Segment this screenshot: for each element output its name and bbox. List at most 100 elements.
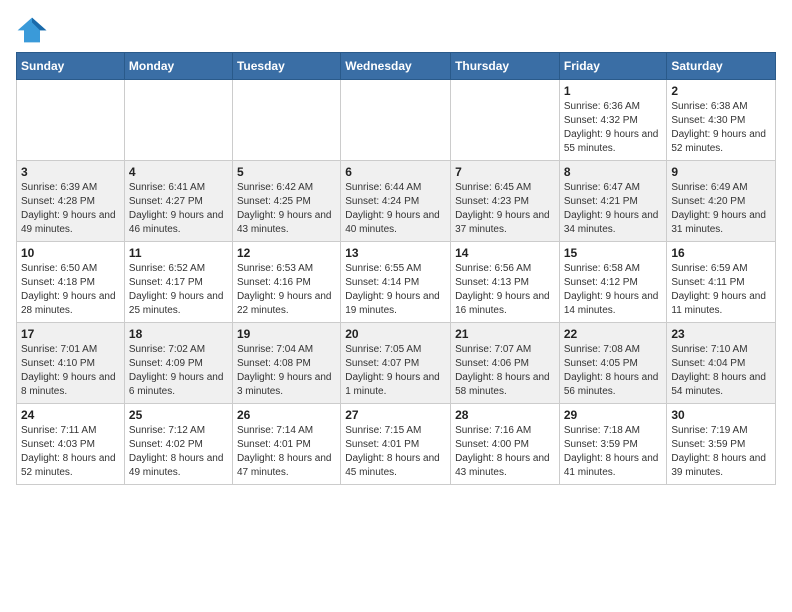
day-detail: Sunrise: 7:19 AM Sunset: 3:59 PM Dayligh… (671, 424, 771, 480)
calendar-cell: 27 Sunrise: 7:15 AM Sunset: 4:01 PM Dayli… (341, 404, 451, 485)
calendar-week-row: 1Sunrise: 6:36 AM Sunset: 4:32 PM Daylig… (17, 80, 776, 161)
day-number: 20 (345, 327, 446, 341)
day-of-week-header: Tuesday (232, 53, 340, 80)
day-of-week-header: Monday (124, 53, 232, 80)
calendar-cell: 29 Sunrise: 7:18 AM Sunset: 3:59 PM Dayli… (559, 404, 667, 485)
day-detail: Sunrise: 7:16 AM Sunset: 4:00 PM Dayligh… (455, 424, 555, 480)
day-number: 12 (237, 246, 336, 260)
day-number: 22 (564, 327, 663, 341)
day-detail: Sunrise: 6:56 AM Sunset: 4:13 PM Dayligh… (455, 262, 555, 318)
day-detail: Sunrise: 6:41 AM Sunset: 4:27 PM Dayligh… (129, 181, 228, 237)
calendar-cell (232, 80, 340, 161)
calendar-week-row: 17Sunrise: 7:01 AM Sunset: 4:10 PM Dayli… (17, 323, 776, 404)
day-number: 2 (671, 84, 771, 98)
day-number: 14 (455, 246, 555, 260)
calendar-cell: 21 Sunrise: 7:07 AM Sunset: 4:06 PM Dayli… (451, 323, 560, 404)
calendar-cell: 5 Sunrise: 6:42 AM Sunset: 4:25 PM Daylig… (232, 161, 340, 242)
calendar-week-row: 3 Sunrise: 6:39 AM Sunset: 4:28 PM Daylig… (17, 161, 776, 242)
day-detail: Sunrise: 6:38 AM Sunset: 4:30 PM Dayligh… (671, 100, 771, 156)
calendar-cell: 13 Sunrise: 6:55 AM Sunset: 4:14 PM Dayli… (341, 242, 451, 323)
day-number: 28 (455, 408, 555, 422)
calendar-cell: 10 Sunrise: 6:50 AM Sunset: 4:18 PM Dayli… (17, 242, 125, 323)
day-number: 24 (21, 408, 120, 422)
day-detail: Sunrise: 7:15 AM Sunset: 4:01 PM Dayligh… (345, 424, 446, 480)
day-of-week-header: Wednesday (341, 53, 451, 80)
calendar-cell: 24 Sunrise: 7:11 AM Sunset: 4:03 PM Dayli… (17, 404, 125, 485)
day-detail: Sunrise: 6:53 AM Sunset: 4:16 PM Dayligh… (237, 262, 336, 318)
day-number: 21 (455, 327, 555, 341)
calendar-cell (124, 80, 232, 161)
calendar-cell: 26 Sunrise: 7:14 AM Sunset: 4:01 PM Dayli… (232, 404, 340, 485)
day-number: 18 (129, 327, 228, 341)
calendar-cell: 30 Sunrise: 7:19 AM Sunset: 3:59 PM Dayli… (667, 404, 776, 485)
day-of-week-header: Saturday (667, 53, 776, 80)
day-detail: Sunrise: 6:59 AM Sunset: 4:11 PM Dayligh… (671, 262, 771, 318)
calendar-cell: 2 Sunrise: 6:38 AM Sunset: 4:30 PM Daylig… (667, 80, 776, 161)
day-detail: Sunrise: 6:44 AM Sunset: 4:24 PM Dayligh… (345, 181, 446, 237)
day-number: 27 (345, 408, 446, 422)
day-number: 8 (564, 165, 663, 179)
day-number: 6 (345, 165, 446, 179)
calendar-cell: 20 Sunrise: 7:05 AM Sunset: 4:07 PM Dayli… (341, 323, 451, 404)
page-header (16, 16, 776, 44)
day-detail: Sunrise: 7:04 AM Sunset: 4:08 PM Dayligh… (237, 343, 336, 399)
day-of-week-header: Sunday (17, 53, 125, 80)
calendar-cell: 4Sunrise: 6:41 AM Sunset: 4:27 PM Daylig… (124, 161, 232, 242)
day-detail: Sunrise: 6:50 AM Sunset: 4:18 PM Dayligh… (21, 262, 120, 318)
calendar-cell: 17Sunrise: 7:01 AM Sunset: 4:10 PM Dayli… (17, 323, 125, 404)
calendar-cell: 3 Sunrise: 6:39 AM Sunset: 4:28 PM Daylig… (17, 161, 125, 242)
day-of-week-header: Thursday (451, 53, 560, 80)
calendar-cell: 19 Sunrise: 7:04 AM Sunset: 4:08 PM Dayli… (232, 323, 340, 404)
day-detail: Sunrise: 6:39 AM Sunset: 4:28 PM Dayligh… (21, 181, 120, 237)
day-detail: Sunrise: 7:02 AM Sunset: 4:09 PM Dayligh… (129, 343, 228, 399)
calendar-cell: 23Sunrise: 7:10 AM Sunset: 4:04 PM Dayli… (667, 323, 776, 404)
day-detail: Sunrise: 7:18 AM Sunset: 3:59 PM Dayligh… (564, 424, 663, 480)
calendar-cell: 8 Sunrise: 6:47 AM Sunset: 4:21 PM Daylig… (559, 161, 667, 242)
day-detail: Sunrise: 6:45 AM Sunset: 4:23 PM Dayligh… (455, 181, 555, 237)
day-detail: Sunrise: 6:42 AM Sunset: 4:25 PM Dayligh… (237, 181, 336, 237)
day-number: 3 (21, 165, 120, 179)
day-number: 5 (237, 165, 336, 179)
day-detail: Sunrise: 6:47 AM Sunset: 4:21 PM Dayligh… (564, 181, 663, 237)
day-detail: Sunrise: 7:11 AM Sunset: 4:03 PM Dayligh… (21, 424, 120, 480)
day-detail: Sunrise: 7:01 AM Sunset: 4:10 PM Dayligh… (21, 343, 120, 399)
day-number: 19 (237, 327, 336, 341)
day-number: 9 (671, 165, 771, 179)
day-number: 1 (564, 84, 663, 98)
day-number: 7 (455, 165, 555, 179)
day-detail: Sunrise: 7:05 AM Sunset: 4:07 PM Dayligh… (345, 343, 446, 399)
calendar-cell: 1Sunrise: 6:36 AM Sunset: 4:32 PM Daylig… (559, 80, 667, 161)
day-detail: Sunrise: 6:55 AM Sunset: 4:14 PM Dayligh… (345, 262, 446, 318)
day-detail: Sunrise: 6:49 AM Sunset: 4:20 PM Dayligh… (671, 181, 771, 237)
day-number: 10 (21, 246, 120, 260)
day-detail: Sunrise: 7:07 AM Sunset: 4:06 PM Dayligh… (455, 343, 555, 399)
day-number: 29 (564, 408, 663, 422)
day-detail: Sunrise: 6:58 AM Sunset: 4:12 PM Dayligh… (564, 262, 663, 318)
day-detail: Sunrise: 7:12 AM Sunset: 4:02 PM Dayligh… (129, 424, 228, 480)
calendar-header-row: SundayMondayTuesdayWednesdayThursdayFrid… (17, 53, 776, 80)
logo (16, 16, 52, 44)
day-detail: Sunrise: 6:52 AM Sunset: 4:17 PM Dayligh… (129, 262, 228, 318)
calendar-week-row: 10 Sunrise: 6:50 AM Sunset: 4:18 PM Dayli… (17, 242, 776, 323)
calendar-cell: 18 Sunrise: 7:02 AM Sunset: 4:09 PM Dayli… (124, 323, 232, 404)
calendar-cell (17, 80, 125, 161)
day-number: 16 (671, 246, 771, 260)
day-number: 13 (345, 246, 446, 260)
calendar-week-row: 24 Sunrise: 7:11 AM Sunset: 4:03 PM Dayli… (17, 404, 776, 485)
day-number: 30 (671, 408, 771, 422)
calendar-cell: 12 Sunrise: 6:53 AM Sunset: 4:16 PM Dayli… (232, 242, 340, 323)
day-detail: Sunrise: 7:10 AM Sunset: 4:04 PM Dayligh… (671, 343, 771, 399)
day-number: 15 (564, 246, 663, 260)
calendar-cell: 16 Sunrise: 6:59 AM Sunset: 4:11 PM Dayli… (667, 242, 776, 323)
calendar-cell: 7 Sunrise: 6:45 AM Sunset: 4:23 PM Daylig… (451, 161, 560, 242)
calendar-cell (341, 80, 451, 161)
day-detail: Sunrise: 7:14 AM Sunset: 4:01 PM Dayligh… (237, 424, 336, 480)
day-number: 11 (129, 246, 228, 260)
logo-icon (16, 16, 48, 44)
calendar-cell: 22Sunrise: 7:08 AM Sunset: 4:05 PM Dayli… (559, 323, 667, 404)
day-of-week-header: Friday (559, 53, 667, 80)
calendar-table: SundayMondayTuesdayWednesdayThursdayFrid… (16, 52, 776, 485)
day-number: 26 (237, 408, 336, 422)
calendar-cell: 28 Sunrise: 7:16 AM Sunset: 4:00 PM Dayli… (451, 404, 560, 485)
calendar-cell: 11 Sunrise: 6:52 AM Sunset: 4:17 PM Dayli… (124, 242, 232, 323)
